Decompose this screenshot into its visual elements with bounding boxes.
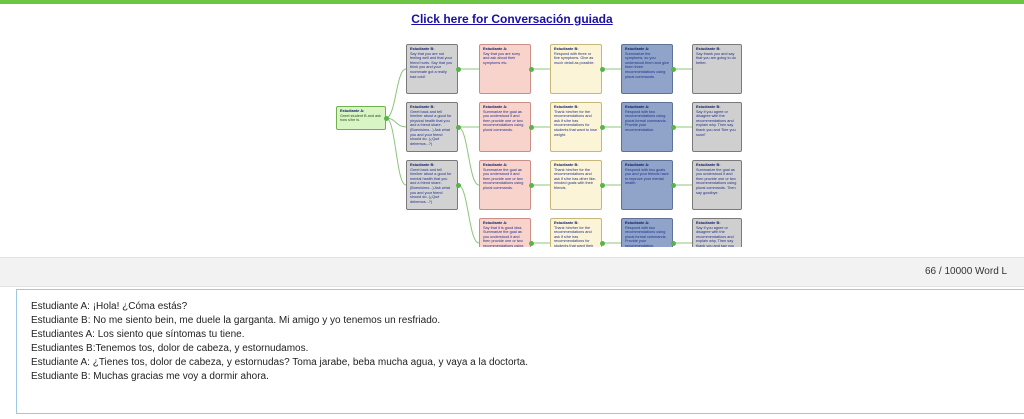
connector-dot: [670, 240, 676, 246]
response-line: Estudiante A: ¿Tienes tos, dolor de cabe…: [31, 357, 528, 368]
flow-node-prompt: Thank him/her for the recommendations an…: [554, 109, 598, 137]
response-line: Estudiantes A: Los siento que síntomas t…: [31, 329, 245, 340]
connector-dot: [455, 124, 461, 130]
flow-node: Estudiante A: Say that you are sorry and …: [479, 44, 531, 94]
connector-dot: [670, 182, 676, 188]
flow-node: Estudiante B: Say if you agree or disagre…: [692, 218, 742, 247]
flow-node-prompt: Say thank you and say that you are going…: [696, 51, 736, 65]
diagram-connectors: [385, 68, 692, 244]
flow-node: Estudiante B: Thank him/her for the recom…: [550, 102, 602, 152]
flow-node-prompt: Say that you are not feeling well and th…: [410, 51, 453, 79]
connector-dot: [599, 66, 605, 72]
flow-node-prompt: Greet student B and ask how s/he is.: [340, 113, 381, 123]
flow-connector: [457, 184, 480, 244]
word-count: 66 / 10000 Word L: [925, 266, 1008, 277]
flow-node-prompt: Respond with three or five symptoms. Giv…: [554, 51, 595, 65]
flow-node-prompt: Summarize the goal as you understood it …: [696, 167, 737, 195]
flow-node-prompt: Summarize the goal as you understood it …: [483, 109, 524, 132]
response-line: Estudiante B: No me siento bein, me duel…: [31, 315, 441, 326]
flow-node-prompt: Say that it is good idea. Summarize the …: [483, 225, 524, 247]
flow-connector: [385, 68, 407, 119]
response-line: Estudiante A: ¡Hola! ¿Cóma estás?: [31, 301, 188, 312]
flow-node-prompt: Thank him/her for the recommendations an…: [554, 167, 596, 190]
flow-node: Estudiante B: Respond with three or five …: [550, 44, 602, 94]
flow-node-prompt: Greet back and tell him/her about a good…: [410, 109, 452, 146]
connector-dot: [670, 66, 676, 72]
word-counter-bar: 66 / 10000 Word L: [0, 257, 1024, 287]
response-line: Estudiante B: Muchas gracias me voy a do…: [31, 371, 269, 382]
conversation-flow-diagram: Estudiante A: Greet student B and ask how…: [334, 40, 746, 247]
connector-dot: [455, 66, 461, 72]
flow-node-prompt: Greet back and tell him/her about a good…: [410, 167, 452, 204]
flow-connector: [385, 117, 407, 128]
flow-node: Estudiante A: Summarize the goal as you u…: [479, 102, 531, 152]
flow-connector: [457, 126, 480, 186]
flow-node: Estudiante B: Thank him/her for the recom…: [550, 160, 602, 210]
flow-node: Estudiante B: Thank him/her for the recom…: [550, 218, 602, 247]
connector-dot: [599, 240, 605, 246]
response-textarea[interactable]: Estudiante A: ¡Hola! ¿Cóma estás? Estudi…: [16, 289, 1024, 414]
flow-node: Estudiante A: Summarize the goal as you u…: [479, 160, 531, 210]
flow-node-prompt: Say if you agree or disagree with the re…: [696, 225, 734, 247]
flow-node: Estudiante B: Summarize the goal as you u…: [692, 160, 742, 210]
flow-node: Estudiante B: Say if you agree or disagre…: [692, 102, 742, 152]
guided-conversation-link[interactable]: Click here for Conversación guiada: [0, 12, 1024, 26]
flow-node: Estudiante A: Say that it is good idea. S…: [479, 218, 531, 247]
flow-node: Estudiante B: Greet back and tell him/her…: [406, 102, 458, 152]
response-line: Estudiantes B:Tenemos tos, dolor de cabe…: [31, 343, 309, 354]
connector-dot: [670, 124, 676, 130]
connector-dot: [599, 182, 605, 188]
connector-dot: [383, 115, 389, 121]
flow-node-prompt: Summarize the symptoms, so you understoo…: [625, 51, 669, 79]
flow-node-prompt: Respond with two recommendations using p…: [625, 109, 667, 132]
connector-dot: [599, 124, 605, 130]
flow-node-prompt: Say if you agree or disagree with the re…: [696, 109, 736, 137]
flow-node-prompt: Say that you are sorry and ask about the…: [483, 51, 521, 65]
connector-dot: [455, 182, 461, 188]
flow-connector: [385, 117, 407, 186]
flow-node-prompt: Summarize the goal as you understood it …: [483, 167, 524, 190]
flow-node: Estudiante B: Say thank you and say that …: [692, 44, 742, 94]
flow-node: Estudiante A: Summarize the symptoms, so …: [621, 44, 673, 94]
flow-node: Estudiante A: Respond with two recommenda…: [621, 102, 673, 152]
flow-node: Estudiante B: Say that you are not feelin…: [406, 44, 458, 94]
flow-node-prompt: Respond with two goals you and your frie…: [625, 167, 669, 186]
connector-dot: [528, 182, 534, 188]
flow-node: Estudiante A: Respond with two recommenda…: [621, 218, 673, 247]
flow-node: Estudiante B: Greet back and tell him/her…: [406, 160, 458, 210]
flow-node-prompt: Thank him/her for the recommendations an…: [554, 225, 594, 247]
flow-node: Estudiante A: Greet student B and ask how…: [336, 106, 386, 130]
flow-node: Estudiante A: Respond with two goals you …: [621, 160, 673, 210]
top-accent-bar: [0, 0, 1024, 4]
connector-dot: [528, 66, 534, 72]
connector-dot: [528, 124, 534, 130]
connector-dot: [528, 240, 534, 246]
flow-node-prompt: Respond with two recommendations using p…: [625, 225, 667, 247]
